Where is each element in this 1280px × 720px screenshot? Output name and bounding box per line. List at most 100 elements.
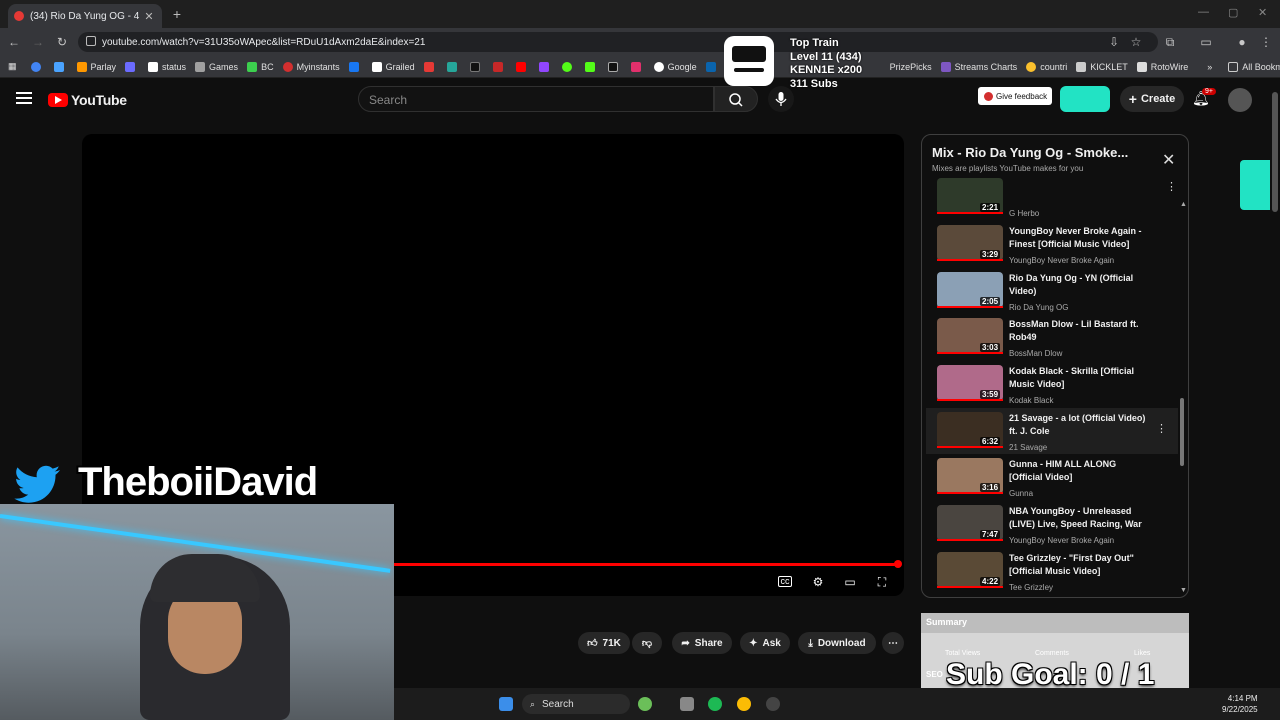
list-item[interactable]: 7:47 NBA YoungBoy - Unreleased (LIVE) Li… — [932, 505, 1172, 551]
forward-arrow-icon[interactable]: → — [30, 34, 46, 50]
extension-menu-button[interactable] — [1060, 86, 1110, 112]
bookmark-teal-icon[interactable] — [446, 61, 461, 72]
profile-icon[interactable]: ● — [1234, 34, 1250, 50]
playlist-scrollbar[interactable] — [1180, 398, 1184, 466]
more-actions-button[interactable]: ⋯ — [882, 632, 904, 654]
extension-side-tab[interactable] — [1240, 160, 1270, 210]
list-item[interactable]: 3:59 Kodak Black - Skrilla [Official Mus… — [932, 365, 1172, 411]
ask-button[interactable]: ✦ Ask — [740, 632, 790, 654]
video-title: YoungBoy Never Broke Again - Finest [Off… — [1009, 226, 1142, 249]
widget-icon[interactable] — [638, 697, 652, 711]
site-info-icon[interactable] — [86, 36, 96, 46]
maximize-window-icon[interactable]: ▢ — [1228, 6, 1238, 19]
bookmark-sw-icon[interactable] — [423, 61, 438, 72]
page-scrollbar[interactable] — [1272, 92, 1278, 212]
taskbar-search[interactable]: ⌕ Search — [522, 694, 630, 714]
close-tab-icon[interactable]: ✕ — [142, 10, 156, 23]
theater-mode-icon[interactable]: ▭ — [842, 574, 858, 590]
browser-tab[interactable]: (34) Rio Da Yung OG - 4 Minute ✕ — [8, 4, 162, 28]
chrome-taskbar-icon[interactable] — [737, 697, 751, 711]
install-app-icon[interactable]: ⇩ — [1106, 34, 1122, 50]
bookmark-tab-icon[interactable] — [53, 61, 68, 72]
bookmark-outlook-icon[interactable] — [705, 61, 720, 72]
bookmark-google[interactable]: Google — [653, 61, 697, 72]
list-item[interactable]: 2:21 G Herbo — [932, 178, 1172, 218]
windows-start-icon[interactable] — [499, 697, 513, 711]
taskbar-clock[interactable]: 4:14 PM 9/22/2025 — [1222, 693, 1258, 715]
new-tab-button[interactable]: + — [168, 5, 186, 23]
search-button[interactable] — [714, 86, 758, 112]
tab-title: (34) Rio Da Yung OG - 4 Minute — [30, 10, 142, 22]
item-menu-icon[interactable]: ⋮ — [1156, 422, 1167, 435]
watched-bar — [937, 399, 1003, 401]
reload-icon[interactable]: ↻ — [54, 34, 70, 50]
chrome-menu-icon[interactable]: ⋮ — [1258, 34, 1274, 50]
list-item[interactable]: 4:22 Tee Grizzley - "First Day Out" [Off… — [932, 552, 1172, 598]
bookmark-rotowire[interactable]: RotoWire — [1136, 61, 1188, 72]
list-item[interactable]: 6:32 21 Savage - a lot (Official Video) … — [932, 412, 1172, 458]
notification-badge: 9+ — [1202, 88, 1216, 95]
bookmark-kicklet[interactable]: KICKLET — [1076, 61, 1128, 72]
address-bar[interactable]: youtube.com/watch?v=31U35oWApec&list=RDu… — [78, 32, 1158, 52]
back-arrow-icon[interactable]: ← — [6, 34, 22, 50]
list-item[interactable]: 3:16 Gunna - HIM ALL ALONG [Official Vid… — [932, 458, 1172, 504]
bookmark-x-logo-icon[interactable] — [125, 61, 139, 72]
bookmark-games[interactable]: Games — [195, 61, 238, 72]
share-button[interactable]: ➦ Share — [672, 632, 732, 654]
playlist-title[interactable]: Mix - Rio Da Yung Og - Smoke... — [932, 145, 1128, 160]
hamburger-menu-icon[interactable] — [16, 92, 32, 104]
bookmark-myinstants[interactable]: Myinstants — [282, 61, 340, 72]
bookmark-red-icon[interactable] — [492, 61, 507, 72]
dislike-button[interactable]: 👎︎ — [632, 632, 662, 654]
fullscreen-icon[interactable]: ⛶ — [874, 574, 890, 590]
captions-icon[interactable]: cc — [778, 576, 792, 587]
close-window-icon[interactable]: ✕ — [1258, 6, 1267, 19]
apps-grid-icon[interactable]: ▦ — [8, 61, 17, 72]
list-item[interactable]: 3:29 YoungBoy Never Broke Again - Finest… — [932, 225, 1172, 271]
duration-badge: 2:05 — [980, 297, 1001, 306]
spotify-icon[interactable] — [708, 697, 722, 711]
close-playlist-icon[interactable]: ✕ — [1162, 150, 1175, 170]
thumbs-up-icon: 👍︎ — [587, 638, 598, 649]
bookmark-streams-charts[interactable]: Streams Charts — [940, 61, 1017, 72]
bookmark-status[interactable]: status — [148, 61, 186, 72]
like-button[interactable]: 👍︎ 71K — [578, 632, 630, 654]
bookmark-x-icon[interactable] — [607, 61, 622, 72]
bookmark-grailed[interactable]: Grailed — [371, 61, 415, 72]
app-taskbar-icon[interactable] — [766, 697, 780, 711]
give-feedback-button[interactable]: Give feedback — [978, 87, 1052, 105]
bookmark-chrome-icon[interactable] — [30, 61, 45, 72]
video-progress-bar[interactable] — [394, 563, 900, 566]
bookmarks-overflow-icon[interactable]: » — [1207, 62, 1212, 72]
bookmark-star-icon[interactable]: ☆ — [1128, 34, 1144, 50]
list-item[interactable]: 3:03 BossMan Dlow - Lil Bastard ft. Rob4… — [932, 318, 1172, 364]
avatar[interactable] — [1228, 88, 1252, 112]
side-panel-icon[interactable]: ▭ — [1198, 34, 1214, 50]
youtube-logo[interactable]: YouTube — [48, 92, 127, 108]
bookmark-youtube-icon[interactable] — [515, 61, 530, 72]
minimize-window-icon[interactable]: — — [1198, 6, 1209, 18]
all-bookmarks[interactable]: All Bookmarks — [1228, 61, 1280, 72]
plus-icon: + — [1128, 91, 1137, 107]
task-view-icon[interactable] — [680, 697, 694, 711]
bookmark-bc[interactable]: BC — [247, 61, 274, 72]
bookmark-h-icon[interactable] — [469, 61, 484, 72]
search-input[interactable]: Search — [358, 86, 714, 112]
bookmark-parlay[interactable]: Parlay — [76, 61, 116, 72]
total-views-label: Total Views — [945, 650, 981, 657]
bookmark-prizepicks[interactable]: PrizePicks — [890, 62, 932, 72]
scroll-down-arrow-icon[interactable]: ▼ — [1180, 587, 1187, 594]
bookmark-instagram-icon[interactable] — [630, 61, 645, 72]
bookmark-play-icon[interactable] — [561, 61, 576, 72]
download-button[interactable]: ⤓ Download — [798, 632, 876, 654]
bookmark-countri[interactable]: countri — [1026, 61, 1067, 72]
list-item[interactable]: 2:05 Rio Da Yung Og - YN (Official Video… — [932, 272, 1172, 318]
create-button[interactable]: + Create — [1120, 86, 1184, 112]
bookmark-kick-icon[interactable] — [584, 61, 599, 72]
bookmark-twitch-icon[interactable] — [538, 61, 553, 72]
progress-scrubber-handle[interactable] — [894, 560, 902, 568]
settings-gear-icon[interactable]: ⚙ — [810, 574, 826, 590]
scroll-up-arrow-icon[interactable]: ▲ — [1180, 201, 1187, 208]
extensions-icon[interactable]: ⧉ — [1162, 34, 1178, 50]
bookmark-facebook-icon[interactable] — [348, 61, 363, 72]
